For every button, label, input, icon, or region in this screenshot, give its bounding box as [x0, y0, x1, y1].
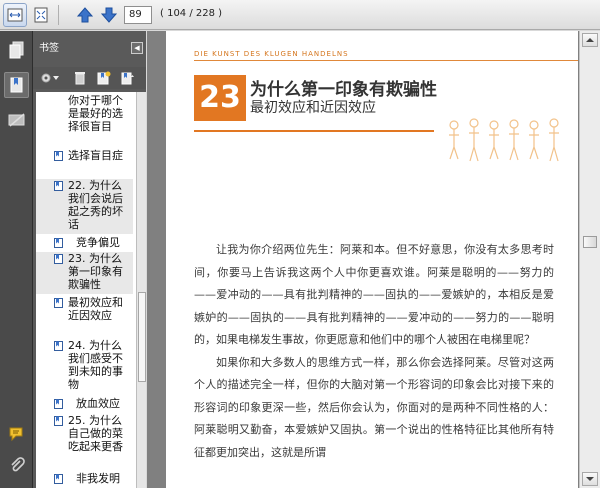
chevron-up-icon [586, 38, 594, 42]
fit-page-icon [34, 7, 48, 23]
toolbar-separator [58, 5, 59, 25]
bookmark-label: 25. 为什么自己做的菜吃起来更香 [68, 414, 123, 453]
expand-bookmark-button[interactable] [121, 70, 135, 86]
bookmarks-scrollbar[interactable] [136, 92, 146, 488]
bookmark-label: 放血效应 [76, 397, 120, 410]
pages-panel-button[interactable] [4, 37, 29, 63]
expand-bookmark-icon [121, 72, 134, 85]
comment-icon [9, 427, 22, 442]
document-scroll-thumb[interactable] [583, 236, 597, 248]
bookmarks-panel-title: 书签 [39, 43, 59, 54]
paragraph: 让我为你介绍两位先生：阿莱和本。但不好意思，你没有太多思考时间，你要马上告诉我这… [194, 243, 554, 346]
gear-icon [41, 73, 51, 83]
bookmarks-icon [10, 77, 22, 93]
dropdown-arrow-icon [53, 76, 59, 80]
bookmark-label: 非我发明 [76, 472, 120, 485]
panel-options-button[interactable]: ◀ [131, 42, 143, 54]
bookmark-page-icon [54, 298, 63, 308]
next-page-button[interactable] [97, 3, 121, 27]
bookmark-label: 最初效应和近因效应 [68, 296, 123, 322]
bookmark-item[interactable]: 选择盲目症 [36, 149, 133, 177]
comments-panel-button[interactable] [4, 421, 29, 447]
bookmark-page-icon [54, 238, 63, 248]
running-head: DIE KUNST DES KLUGEN HANDELNS [194, 50, 349, 58]
signature-icon [8, 113, 24, 127]
pages-icon [9, 41, 23, 59]
delete-bookmark-button[interactable] [74, 70, 86, 86]
chapter-rule [194, 130, 434, 132]
bookmark-page-icon [54, 151, 63, 161]
arrow-up-icon [76, 7, 94, 23]
bookmark-label: 选择盲目症 [68, 149, 123, 162]
bookmark-item[interactable]: 22. 为什么我们会说后起之秀的坏话 [36, 179, 133, 234]
header-rule [194, 60, 578, 61]
paperclip-icon [10, 457, 25, 472]
pdf-page: DIE KUNST DES KLUGEN HANDELNS 23 为什么第一印象… [166, 31, 578, 488]
bookmarks-panel-button[interactable] [4, 72, 29, 98]
new-bookmark-icon [97, 71, 111, 85]
bookmark-page-icon [54, 254, 63, 264]
fit-width-button[interactable] [3, 3, 27, 27]
page-number-input[interactable]: 89 [124, 6, 152, 24]
bookmark-label: 22. 为什么我们会说后起之秀的坏话 [68, 179, 123, 231]
body-text: 让我为你介绍两位先生：阿莱和本。但不好意思，你没有太多思考时间，你要马上告诉我这… [194, 239, 554, 464]
bookmark-item[interactable]: 放血效应 [36, 397, 133, 413]
arrow-down-icon [100, 7, 118, 23]
options-menu-button[interactable] [39, 70, 59, 86]
document-viewport[interactable]: DIE KUNST DES KLUGEN HANDELNS 23 为什么第一印象… [147, 31, 579, 488]
scroll-down-button[interactable] [582, 472, 598, 486]
bookmark-label: 你对于哪个是最好的选择很盲目 [68, 94, 123, 133]
bookmarks-list[interactable]: 你对于哪个是最好的选择很盲目 选择盲目症 22. 为什么我们会说后起之秀的坏话 … [36, 92, 136, 488]
bookmark-item[interactable]: 25. 为什么自己做的菜吃起来更香 [36, 414, 133, 470]
bookmarks-panel: 书签 ◀ 你对于哪个是最好的选择很盲目 选择盲目症 22. 为什么我们会说后起之… [33, 31, 146, 488]
bookmark-page-icon [54, 474, 63, 484]
chapter-number: 23 [194, 75, 246, 121]
bookmark-page-icon [54, 341, 63, 351]
chapter-illustration [449, 118, 559, 162]
bookmark-item[interactable]: 24. 为什么我们感受不到未知的事物 [36, 339, 133, 395]
chapter-subtitle: 最初效应和近因效应 [250, 100, 376, 116]
paragraph: 如果你和大多数人的思维方式一样，那么你会选择阿莱。尽管对这两个人的描述完全一样，… [194, 355, 554, 459]
signatures-panel-button[interactable] [4, 107, 29, 133]
bookmarks-panel-header: 书签 ◀ [33, 39, 146, 59]
bookmark-page-icon [54, 416, 63, 426]
document-scrollbar[interactable] [579, 31, 600, 488]
bookmark-label: 24. 为什么我们感受不到未知的事物 [68, 339, 123, 391]
bookmark-item[interactable]: 竞争偏见 [36, 236, 133, 252]
bookmark-item[interactable]: 非我发明 [36, 472, 133, 488]
bookmark-item[interactable]: 最初效应和近因效应 [36, 296, 133, 338]
new-bookmark-button[interactable] [97, 70, 111, 86]
toolbar: 89 ( 104 / 228 ) [0, 0, 600, 30]
bookmark-item[interactable]: 你对于哪个是最好的选择很盲目 [36, 94, 133, 146]
fit-width-icon [7, 8, 23, 22]
attachments-panel-button[interactable] [4, 453, 29, 479]
bookmark-label: 23. 为什么第一印象有欺骗性 [68, 252, 123, 291]
navigation-strip [0, 31, 33, 488]
fit-page-button[interactable] [29, 3, 53, 27]
chevron-down-icon [586, 477, 594, 481]
page-count-label: ( 104 / 228 ) [160, 8, 223, 19]
scroll-up-button[interactable] [582, 33, 598, 47]
chevron-left-icon: ◀ [134, 44, 140, 52]
bookmark-label: 竞争偏见 [76, 236, 120, 249]
bookmark-item[interactable]: 23. 为什么第一印象有欺骗性 [36, 252, 133, 294]
bookmark-page-icon [54, 181, 63, 191]
previous-page-button[interactable] [73, 3, 97, 27]
bookmarks-scroll-thumb[interactable] [138, 292, 146, 382]
bookmarks-toolbar [33, 67, 146, 89]
trash-icon [75, 72, 85, 85]
bookmark-page-icon [54, 399, 63, 409]
